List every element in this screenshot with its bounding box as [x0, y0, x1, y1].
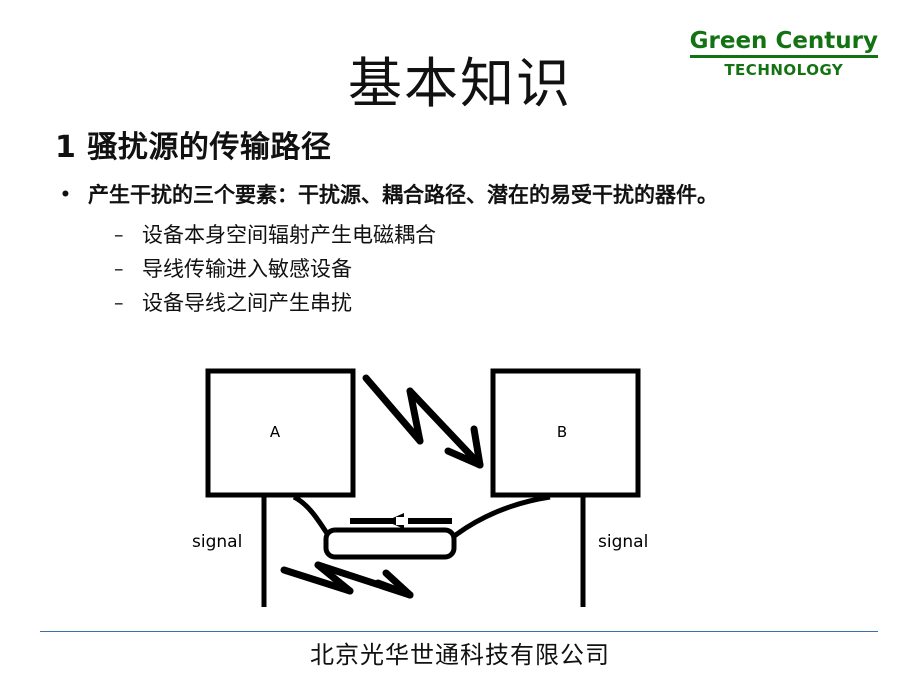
bullet-text: 导线传输进入敏感设备 — [142, 257, 352, 281]
bullet-item-secondary: – 设备导线之间产生串扰 — [114, 286, 912, 320]
conducted-coupling-arrow-icon — [280, 561, 414, 599]
footer-company-name: 北京光华世通科技有限公司 — [310, 641, 610, 669]
equipment-box-a — [205, 368, 356, 498]
bullet-list: • 产生干扰的三个要素：干扰源、耦合路径、潜在的易受干扰的器件。 – 设备本身空… — [52, 180, 912, 320]
bullet-marker-dash: – — [114, 224, 124, 246]
radiated-coupling-arrow-icon — [362, 374, 484, 469]
equipment-box-a-label: A — [270, 423, 281, 441]
bullet-text: 设备导线之间产生串扰 — [142, 291, 352, 315]
bullet-item-secondary: – 导线传输进入敏感设备 — [114, 252, 912, 286]
footer-divider — [40, 631, 878, 632]
bullet-item-primary: • 产生干扰的三个要素：干扰源、耦合路径、潜在的易受干扰的器件。 — [52, 180, 912, 210]
bullet-text: 产生干扰的三个要素：干扰源、耦合路径、潜在的易受干扰的器件。 — [88, 183, 718, 207]
signal-label-right: signal — [598, 532, 648, 552]
bullet-marker-dash: – — [114, 258, 124, 280]
conductor-right — [446, 494, 551, 543]
common-impedance-device — [323, 527, 457, 560]
bullet-marker-dot: • — [60, 185, 71, 205]
bullet-marker-dash: – — [114, 292, 124, 314]
signal-label-left: signal — [192, 532, 242, 552]
coupling-path-diagram: A B signal signal — [180, 355, 680, 620]
page-title: 基本知识 — [348, 52, 572, 115]
current-flow-arrow-icon — [350, 513, 452, 529]
bullet-text: 设备本身空间辐射产生电磁耦合 — [142, 223, 436, 247]
section-heading: 1 骚扰源的传输路径 — [55, 130, 332, 165]
equipment-box-b-label: B — [557, 423, 567, 441]
slide-page: { "logo": { "main": "Green Century", "su… — [0, 0, 920, 690]
bullet-item-secondary: – 设备本身空间辐射产生电磁耦合 — [114, 218, 912, 252]
